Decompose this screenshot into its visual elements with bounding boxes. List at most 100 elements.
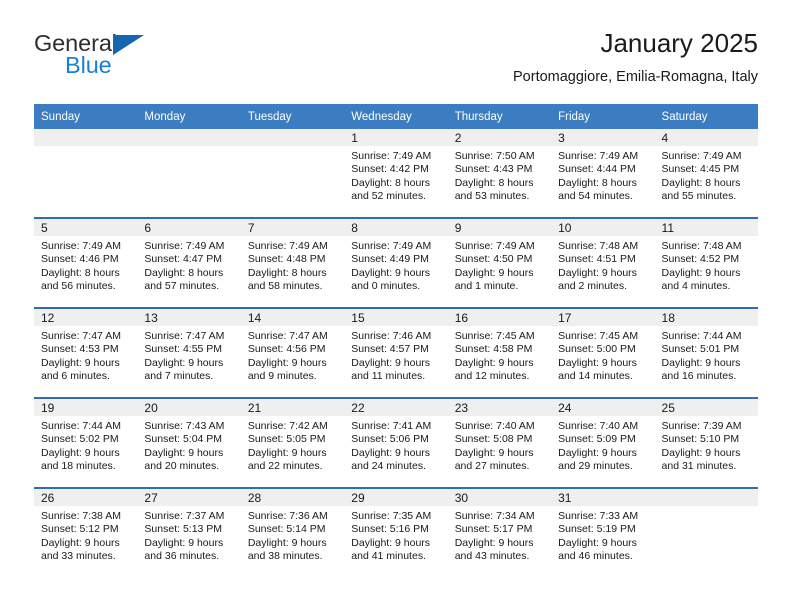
- day-detail-daylight1: Daylight: 9 hours: [41, 356, 120, 369]
- day-number: 13: [137, 309, 241, 326]
- day-details: Sunrise: 7:49 AM Sunset: 4:49 PM Daylight:…: [344, 236, 447, 294]
- day-details: Sunrise: 7:34 AM Sunset: 5:17 PM Daylight:…: [448, 506, 551, 564]
- calendar-day-cell[interactable]: 14 Sunrise: 7:47 AM Sunset: 4:56 PM Dayligh…: [240, 307, 345, 398]
- day-detail-sunset: Sunset: 4:45 PM: [661, 163, 740, 176]
- day-number: 9: [447, 219, 552, 236]
- calendar-day-cell[interactable]: 8 Sunrise: 7:49 AM Sunset: 4:49 PM Daylight…: [344, 217, 448, 308]
- day-detail-sunrise: Sunrise: 7:40 AM: [558, 420, 639, 432]
- day-details: Sunrise: 7:48 AM Sunset: 4:51 PM Daylight:…: [551, 236, 654, 294]
- calendar-day-cell[interactable]: 19 Sunrise: 7:44 AM Sunset: 5:02 PM Dayligh…: [34, 397, 138, 488]
- day-detail-sunset: Sunset: 4:50 PM: [454, 253, 533, 266]
- day-detail-sunset: Sunset: 5:14 PM: [247, 523, 326, 536]
- day-number: 12: [34, 309, 138, 326]
- day-detail-daylight1: Daylight: 9 hours: [661, 446, 741, 459]
- day-details: Sunrise: 7:40 AM Sunset: 5:09 PM Daylight:…: [551, 416, 654, 474]
- day-detail-sunrise: Sunrise: 7:36 AM: [247, 510, 328, 522]
- day-detail-sunrise: Sunrise: 7:40 AM: [454, 420, 535, 432]
- day-details: Sunrise: 7:43 AM Sunset: 5:04 PM Daylight:…: [137, 416, 240, 474]
- day-detail-sunset: Sunset: 5:00 PM: [558, 343, 636, 356]
- calendar-day-cell[interactable]: 30 Sunrise: 7:34 AM Sunset: 5:17 PM Dayligh…: [447, 487, 552, 577]
- calendar-week-row: 19 Sunrise: 7:44 AM Sunset: 5:02 PM Dayligh…: [34, 397, 758, 488]
- day-detail-daylight1: Daylight: 9 hours: [558, 446, 637, 459]
- day-detail-daylight2: and 20 minutes.: [144, 460, 220, 473]
- day-detail-daylight1: Daylight: 9 hours: [351, 446, 431, 459]
- calendar-day-cell[interactable]: 17 Sunrise: 7:45 AM Sunset: 5:00 PM Dayligh…: [551, 307, 655, 398]
- calendar-day-cell[interactable]: 20 Sunrise: 7:43 AM Sunset: 5:04 PM Dayligh…: [137, 397, 241, 488]
- day-detail-sunset: Sunset: 4:46 PM: [41, 253, 119, 266]
- calendar-empty-cell: [34, 129, 138, 218]
- day-detail-sunrise: Sunrise: 7:39 AM: [661, 420, 742, 432]
- calendar-day-cell[interactable]: 31 Sunrise: 7:33 AM Sunset: 5:19 PM Dayligh…: [551, 487, 655, 577]
- day-number: 25: [654, 399, 758, 416]
- day-detail-sunrise: Sunrise: 7:48 AM: [661, 240, 742, 252]
- calendar-day-cell[interactable]: 26 Sunrise: 7:38 AM Sunset: 5:12 PM Dayligh…: [34, 487, 138, 577]
- day-number: 21: [240, 399, 345, 416]
- day-details: Sunrise: 7:45 AM Sunset: 5:00 PM Daylight:…: [551, 326, 654, 384]
- calendar-day-cell[interactable]: 22 Sunrise: 7:41 AM Sunset: 5:06 PM Dayligh…: [344, 397, 448, 488]
- day-details: Sunrise: 7:47 AM Sunset: 4:55 PM Daylight:…: [137, 326, 240, 384]
- calendar-day-cell[interactable]: 10 Sunrise: 7:48 AM Sunset: 4:51 PM Dayligh…: [551, 217, 655, 308]
- day-detail-daylight2: and 16 minutes.: [661, 370, 737, 383]
- day-detail-daylight2: and 52 minutes.: [351, 190, 426, 203]
- calendar-day-cell[interactable]: 23 Sunrise: 7:40 AM Sunset: 5:08 PM Dayligh…: [447, 397, 552, 488]
- calendar-day-cell[interactable]: 12 Sunrise: 7:47 AM Sunset: 4:53 PM Dayligh…: [34, 307, 138, 398]
- calendar-day-cell[interactable]: 25 Sunrise: 7:39 AM Sunset: 5:10 PM Dayligh…: [654, 397, 758, 488]
- day-detail-sunrise: Sunrise: 7:50 AM: [454, 150, 535, 162]
- weekday-header-monday: Monday: [137, 104, 241, 129]
- calendar-day-cell[interactable]: 15 Sunrise: 7:46 AM Sunset: 4:57 PM Dayligh…: [344, 307, 448, 398]
- day-detail-sunset: Sunset: 4:52 PM: [661, 253, 740, 266]
- day-detail-daylight1: Daylight: 8 hours: [454, 176, 534, 189]
- calendar-day-cell[interactable]: 11 Sunrise: 7:48 AM Sunset: 4:52 PM Dayligh…: [654, 217, 758, 308]
- calendar-day-cell[interactable]: 4 Sunrise: 7:49 AM Sunset: 4:45 PM Daylight…: [654, 129, 758, 218]
- calendar-day-cell[interactable]: 29 Sunrise: 7:35 AM Sunset: 5:16 PM Dayligh…: [344, 487, 448, 577]
- calendar-day-cell[interactable]: 27 Sunrise: 7:37 AM Sunset: 5:13 PM Dayligh…: [137, 487, 241, 577]
- day-detail-daylight1: Daylight: 9 hours: [247, 356, 327, 369]
- weekday-header-saturday: Saturday: [654, 104, 758, 129]
- calendar-day-cell[interactable]: 7 Sunrise: 7:49 AM Sunset: 4:48 PM Daylight…: [240, 217, 345, 308]
- calendar-day-cell[interactable]: 18 Sunrise: 7:44 AM Sunset: 5:01 PM Dayligh…: [654, 307, 758, 398]
- day-detail-daylight1: Daylight: 9 hours: [454, 536, 534, 549]
- title-block: January 2025 Portomaggiore, Emilia-Romag…: [513, 26, 758, 88]
- day-detail-sunset: Sunset: 4:51 PM: [558, 253, 636, 266]
- calendar-day-cell[interactable]: 21 Sunrise: 7:42 AM Sunset: 5:05 PM Dayligh…: [240, 397, 345, 488]
- day-detail-sunrise: Sunrise: 7:47 AM: [247, 330, 328, 342]
- calendar-day-cell[interactable]: 1 Sunrise: 7:49 AM Sunset: 4:42 PM Daylight…: [344, 129, 448, 218]
- day-detail-sunset: Sunset: 5:06 PM: [351, 433, 429, 446]
- day-number: 29: [344, 489, 448, 506]
- calendar-day-cell[interactable]: 6 Sunrise: 7:49 AM Sunset: 4:47 PM Daylight…: [137, 217, 241, 308]
- day-details: Sunrise: 7:40 AM Sunset: 5:08 PM Daylight:…: [448, 416, 551, 474]
- day-details: Sunrise: 7:44 AM Sunset: 5:01 PM Daylight:…: [655, 326, 758, 384]
- day-number: 10: [551, 219, 655, 236]
- day-detail-sunrise: Sunrise: 7:37 AM: [144, 510, 225, 522]
- calendar-week-row: 26 Sunrise: 7:38 AM Sunset: 5:12 PM Dayligh…: [34, 487, 758, 577]
- calendar-week-row: 5 Sunrise: 7:49 AM Sunset: 4:46 PM Daylight…: [34, 217, 758, 308]
- day-details: Sunrise: 7:38 AM Sunset: 5:12 PM Daylight:…: [34, 506, 137, 564]
- day-details: Sunrise: 7:47 AM Sunset: 4:56 PM Daylight:…: [241, 326, 344, 384]
- day-detail-sunrise: Sunrise: 7:42 AM: [247, 420, 328, 432]
- day-detail-sunrise: Sunrise: 7:47 AM: [144, 330, 225, 342]
- calendar-day-cell[interactable]: 16 Sunrise: 7:45 AM Sunset: 4:58 PM Dayligh…: [447, 307, 552, 398]
- day-details: [655, 506, 758, 510]
- day-number: 28: [240, 489, 345, 506]
- day-detail-sunset: Sunset: 5:13 PM: [144, 523, 223, 536]
- calendar-day-cell[interactable]: 13 Sunrise: 7:47 AM Sunset: 4:55 PM Dayligh…: [137, 307, 241, 398]
- day-detail-daylight2: and 55 minutes.: [661, 190, 737, 203]
- calendar-week-row: 12 Sunrise: 7:47 AM Sunset: 4:53 PM Dayligh…: [34, 307, 758, 398]
- day-detail-daylight1: Daylight: 9 hours: [558, 536, 637, 549]
- day-details: Sunrise: 7:37 AM Sunset: 5:13 PM Daylight:…: [137, 506, 240, 564]
- calendar-day-cell[interactable]: 3 Sunrise: 7:49 AM Sunset: 4:44 PM Daylight…: [551, 129, 655, 218]
- day-detail-sunset: Sunset: 4:44 PM: [558, 163, 636, 176]
- day-detail-daylight1: Daylight: 9 hours: [558, 266, 637, 279]
- calendar-day-cell[interactable]: 24 Sunrise: 7:40 AM Sunset: 5:09 PM Dayligh…: [551, 397, 655, 488]
- day-details: [241, 146, 344, 150]
- day-detail-daylight2: and 22 minutes.: [247, 460, 323, 473]
- calendar-day-cell[interactable]: 28 Sunrise: 7:36 AM Sunset: 5:14 PM Dayligh…: [240, 487, 345, 577]
- calendar-day-cell[interactable]: 9 Sunrise: 7:49 AM Sunset: 4:50 PM Daylight…: [447, 217, 552, 308]
- day-detail-sunset: Sunset: 4:42 PM: [351, 163, 429, 176]
- day-details: Sunrise: 7:49 AM Sunset: 4:42 PM Daylight:…: [344, 146, 447, 204]
- calendar-day-cell[interactable]: 2 Sunrise: 7:50 AM Sunset: 4:43 PM Daylight…: [447, 129, 552, 218]
- calendar-day-cell[interactable]: 5 Sunrise: 7:49 AM Sunset: 4:46 PM Daylight…: [34, 217, 138, 308]
- day-details: Sunrise: 7:47 AM Sunset: 4:53 PM Daylight:…: [34, 326, 137, 384]
- day-number: 3: [551, 129, 655, 146]
- day-detail-daylight1: Daylight: 8 hours: [41, 266, 120, 279]
